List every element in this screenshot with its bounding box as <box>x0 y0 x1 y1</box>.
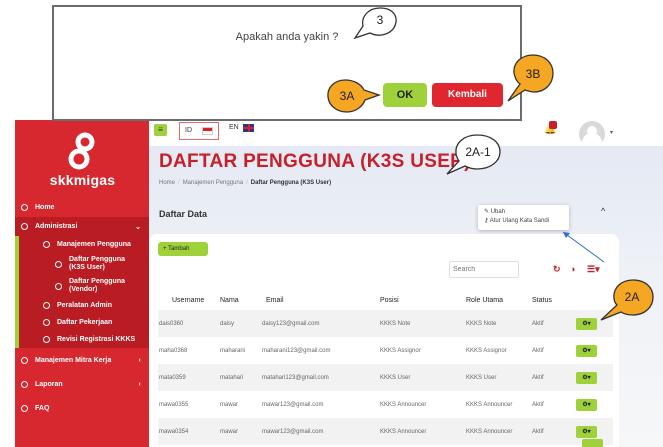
callout-3-label: 3 <box>376 13 384 27</box>
annotation-layer <box>327 7 654 321</box>
pointer-arrow-head <box>563 232 570 238</box>
callout-2a1-label: 2A-1 <box>465 145 491 159</box>
callout-3a-label: 3A <box>339 89 355 103</box>
callout-2a-label: 2A <box>624 290 640 304</box>
pointer-arrow-line <box>562 231 605 263</box>
callout-3b-label: 3B <box>525 67 541 81</box>
